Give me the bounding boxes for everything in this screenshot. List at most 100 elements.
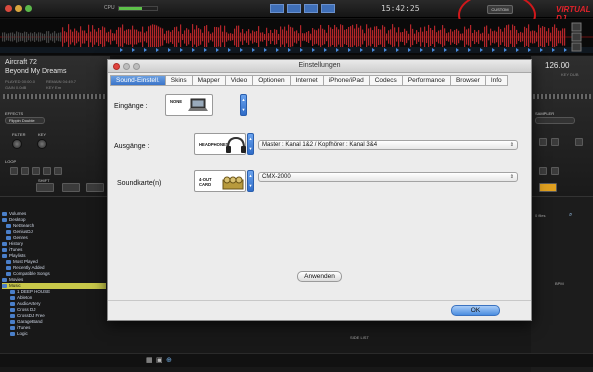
sampler-select[interactable] <box>535 117 575 124</box>
waveform-bar <box>438 30 440 44</box>
sampler-next-button[interactable] <box>551 138 559 146</box>
deck-left-strip[interactable] <box>3 94 107 99</box>
sampler-prev-button[interactable] <box>539 138 547 146</box>
deck-right-strip[interactable] <box>533 94 591 99</box>
waveform-bar <box>304 33 306 41</box>
effects-select[interactable]: Flippin Double <box>5 117 45 124</box>
tab-codecs[interactable]: Codecs <box>370 76 403 85</box>
waveform-display[interactable] <box>0 19 593 55</box>
waveform-bar <box>388 30 390 44</box>
layout-icon-1[interactable] <box>270 4 284 13</box>
waveform-bar <box>376 26 378 48</box>
waveform-bar <box>542 26 544 48</box>
settings-tabs: Sound-Einstell. Skins Mapper Video Optionen I… <box>110 75 508 86</box>
waveform-bar <box>144 32 146 42</box>
tree-item[interactable]: Logic <box>2 331 106 337</box>
loop-button-5[interactable] <box>54 167 62 175</box>
lock-icon[interactable]: ▣ <box>156 356 163 364</box>
waveform-bar <box>338 29 340 45</box>
waveform-bar <box>250 33 252 41</box>
waveform-bar <box>290 26 292 48</box>
dialog-title-bar[interactable]: Einstellungen <box>108 60 531 73</box>
waveform-bar <box>146 31 148 43</box>
waveform-bar <box>496 31 498 43</box>
effects-label: EFFECTS <box>5 111 24 116</box>
outputs-select[interactable]: Master : Kanal 1&2 / Kopfhörer : Kanal 3… <box>258 140 518 150</box>
soundcard-device-stepper[interactable]: ▲ ▼ <box>247 170 254 192</box>
window-zoom-dot[interactable] <box>25 5 32 12</box>
inputs-device-stepper[interactable]: ▲ ▼ <box>240 94 247 116</box>
sampler-play-button[interactable] <box>575 138 583 146</box>
tab-video[interactable]: Video <box>226 76 254 85</box>
waveform-bar <box>154 24 156 50</box>
tab-skins[interactable]: Skins <box>166 76 193 85</box>
tab-performance[interactable]: Performance <box>403 76 451 85</box>
loop-button-1[interactable] <box>10 167 18 175</box>
waveform-bar <box>50 33 52 41</box>
soundcard-select[interactable]: CMX-2000 ⇕ <box>258 172 518 182</box>
tab-mapper[interactable]: Mapper <box>193 76 226 85</box>
waveform-bar <box>4 32 6 42</box>
folder-icon <box>2 248 7 252</box>
tab-info[interactable]: Info <box>486 76 507 85</box>
loop-button-2[interactable] <box>21 167 29 175</box>
waveform-bar <box>418 32 420 42</box>
search-db-icon[interactable]: ⊕ <box>166 356 172 364</box>
deck-right-loop-button-2[interactable] <box>551 167 559 175</box>
outputs-device-stepper[interactable]: ▲ ▼ <box>247 133 254 155</box>
waveform-bar <box>400 32 402 42</box>
search-icon[interactable]: ⌕ <box>569 212 572 219</box>
loop-button-3[interactable] <box>32 167 40 175</box>
waveform-bar <box>200 29 202 45</box>
window-close-dot[interactable] <box>5 5 12 12</box>
waveform-bar <box>180 24 182 50</box>
window-minimize-dot[interactable] <box>15 5 22 12</box>
layout-icon-2[interactable] <box>287 4 301 13</box>
waveform-bar <box>368 28 370 46</box>
tab-internet[interactable]: Internet <box>291 76 324 85</box>
waveform-bar <box>178 31 180 43</box>
deck-right-loop-button[interactable] <box>539 167 547 175</box>
waveform-bar <box>122 24 124 50</box>
layout-icon-3[interactable] <box>304 4 318 13</box>
tab-sound-einstell[interactable]: Sound-Einstell. <box>111 76 166 85</box>
waveform-bar <box>262 32 264 42</box>
cue-button[interactable] <box>36 183 54 192</box>
apply-button[interactable]: Anwenden <box>297 271 342 282</box>
waveform-bar <box>128 29 130 45</box>
waveform-graphic <box>0 19 593 55</box>
waveform-bar <box>246 31 248 43</box>
soundcard-device-box[interactable]: 4-OUT CARD <box>194 170 246 192</box>
waveform-bar <box>558 30 560 44</box>
add-folder-icon[interactable]: ▦ <box>146 356 153 364</box>
tab-browser[interactable]: Browser <box>451 76 486 85</box>
waveform-bar <box>6 33 8 41</box>
waveform-bar <box>450 29 452 45</box>
filter-knob[interactable] <box>12 139 22 149</box>
ok-button[interactable]: OK <box>451 305 500 316</box>
waveform-bar <box>120 27 122 47</box>
layout-icon-4[interactable] <box>321 4 335 13</box>
waveform-bar <box>392 24 394 50</box>
waveform-bar <box>252 30 254 44</box>
deck-left: Aircraft 72 Beyond My Dreams PLAYED 00:0… <box>0 56 110 196</box>
loop-button-4[interactable] <box>43 167 51 175</box>
deck-right-cue-button[interactable] <box>539 183 557 192</box>
play-button[interactable] <box>62 183 80 192</box>
sync-button[interactable] <box>86 183 104 192</box>
tab-iphone-ipad[interactable]: iPhone/iPad <box>324 76 370 85</box>
waveform-bar <box>406 30 408 44</box>
waveform-bar <box>504 27 506 47</box>
waveform-bar <box>84 30 86 44</box>
inputs-device-box[interactable]: NONE <box>165 94 213 116</box>
deck-left-artist: Beyond My Dreams <box>5 68 67 75</box>
waveform-bar <box>20 32 22 42</box>
cpu-label: CPU <box>104 5 115 11</box>
tab-optionen[interactable]: Optionen <box>253 76 291 85</box>
waveform-bar <box>466 29 468 45</box>
waveform-bar <box>472 32 474 42</box>
waveform-bar <box>560 30 562 44</box>
key-knob[interactable] <box>37 139 47 149</box>
outputs-device-box[interactable]: HEADPHONES <box>194 133 246 155</box>
waveform-bar <box>494 30 496 44</box>
